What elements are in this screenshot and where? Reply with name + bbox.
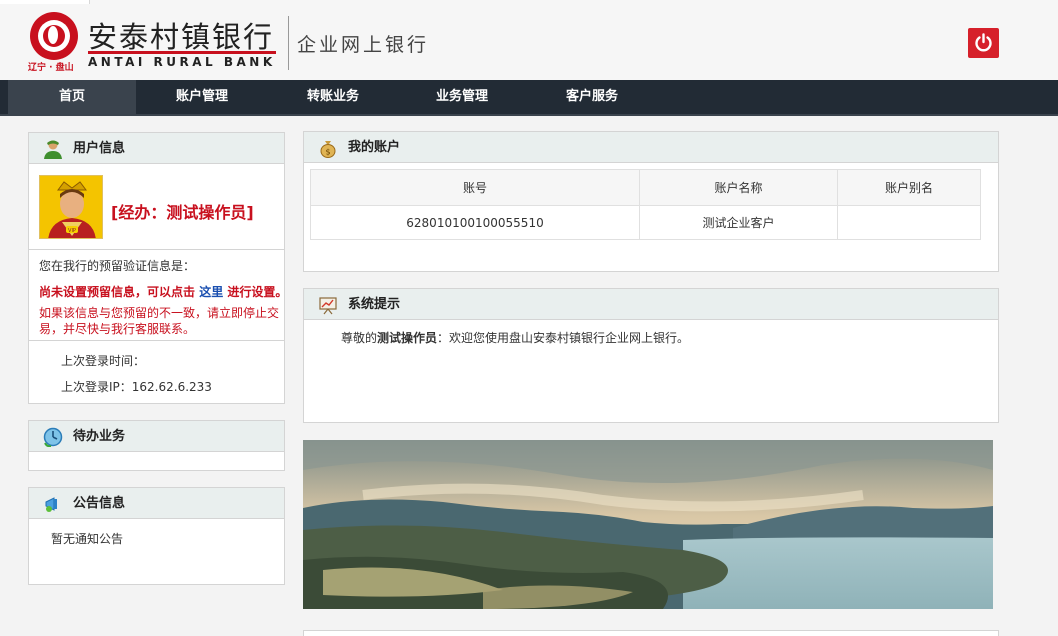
warning-line-1: 如果该信息与您预留的不一致，请立即停止交 — [39, 306, 280, 320]
nav-item-home[interactable]: 首页 — [8, 80, 136, 114]
accounts-title: 我的账户 — [348, 140, 401, 155]
power-icon — [975, 33, 992, 52]
header: 辽宁 · 盘山 安泰村镇银行 ANTAI RURAL BANK 企业网上银行 — [0, 0, 1058, 80]
bank-name-en: ANTAI RURAL BANK — [88, 55, 276, 69]
col-header-name: 账户名称 — [639, 169, 838, 206]
notice-header: 公告信息 — [29, 488, 284, 519]
nav-item-business[interactable]: 业务管理 — [398, 80, 526, 114]
notice-empty: 暂无通知公告 — [51, 532, 124, 546]
bank-logo-icon — [30, 12, 78, 60]
nav-item-service[interactable]: 客户服务 — [526, 80, 658, 114]
money-bag-icon: $ — [320, 141, 336, 158]
welcome-message: 尊敬的测试操作员：欢迎您使用盘山安泰村镇银行企业网上银行。 — [341, 329, 689, 346]
todo-header[interactable]: 待办业务 — [29, 421, 284, 452]
user-info-header: 用户信息 — [29, 133, 284, 164]
megaphone-icon — [45, 497, 57, 512]
header-divider — [288, 16, 289, 70]
presentation-icon — [319, 297, 337, 315]
todo-panel: 待办业务 — [28, 420, 285, 471]
last-login-ip: 上次登录IP：162.62.6.233 — [61, 378, 212, 395]
main-nav: 首页 账户管理 转账业务 业务管理 客户服务 — [0, 80, 1058, 116]
bank-name-cn: 安泰村镇银行 — [88, 20, 275, 54]
nav-underline — [0, 114, 1058, 116]
reserved-info-prompt: 您在我行的预留验证信息是： — [39, 259, 196, 273]
nav-item-accounts[interactable]: 账户管理 — [136, 80, 268, 114]
account-number[interactable]: 628010100100055510 — [310, 205, 640, 240]
divider — [29, 249, 284, 250]
bottom-panel — [303, 630, 999, 636]
last-login-time: 上次登录时间： — [61, 354, 146, 368]
nav-item-transfer[interactable]: 转账业务 — [268, 80, 398, 114]
svg-text:$: $ — [325, 148, 330, 157]
col-header-number: 账号 — [310, 169, 640, 206]
divider — [29, 340, 284, 341]
notice-text: 尚未设置预留信息，可以点击 — [39, 285, 196, 299]
accounts-panel: $ 我的账户 账号 账户名称 账户别名 628010100100055510 测… — [303, 131, 999, 272]
user-name: [经办：测试操作员] — [111, 203, 254, 222]
top-tab-edge — [0, 0, 90, 4]
user-icon — [44, 140, 62, 159]
logout-button[interactable] — [968, 28, 999, 58]
todo-title: 待办业务 — [73, 429, 126, 444]
user-info-panel: 用户信息 VIP [经办：测试操作员] 您在我行的预留验证信息是： 尚未设置预留… — [28, 132, 287, 404]
system-tips-panel: 系统提示 尊敬的测试操作员：欢迎您使用盘山安泰村镇银行企业网上银行。 — [303, 288, 999, 423]
accounts-header: $ 我的账户 — [304, 132, 998, 163]
notice-title: 公告信息 — [73, 496, 126, 511]
greeting-suffix: ：欢迎您使用盘山安泰村镇银行企业网上银行。 — [437, 331, 690, 345]
reserved-info-notice: 尚未设置预留信息，可以点击 这里 进行设置。 — [39, 283, 287, 300]
greeting-name: 测试操作员 — [377, 331, 438, 345]
warning-line-2: 易，并尽快与我行客服联系。 — [39, 322, 196, 336]
logo-location: 辽宁 · 盘山 — [28, 63, 74, 73]
table-row[interactable]: 628010100100055510 测试企业客户 — [310, 205, 981, 240]
setup-link[interactable]: 这里 — [199, 285, 223, 299]
user-info-title: 用户信息 — [73, 141, 126, 156]
logo-rule — [88, 51, 276, 54]
notice-text-end: 进行设置。 — [227, 285, 288, 299]
system-tips-header: 系统提示 — [304, 289, 998, 320]
col-header-alias: 账户别名 — [837, 169, 981, 206]
clock-icon — [43, 427, 63, 447]
last-login-ip-value: 162.62.6.233 — [131, 380, 212, 394]
page-subtitle: 企业网上银行 — [297, 34, 430, 56]
notice-panel: 公告信息 暂无通知公告 — [28, 487, 285, 585]
vip-avatar: VIP — [39, 175, 103, 239]
svg-text:VIP: VIP — [68, 228, 76, 234]
last-login-ip-label: 上次登录IP： — [61, 380, 132, 394]
greeting-prefix: 尊敬的 — [341, 331, 378, 345]
accounts-table: 账号 账户名称 账户别名 628010100100055510 测试企业客户 — [310, 169, 981, 240]
system-tips-title: 系统提示 — [348, 297, 401, 312]
account-name: 测试企业客户 — [639, 205, 838, 240]
account-alias — [837, 205, 981, 240]
banner-image — [303, 440, 993, 609]
